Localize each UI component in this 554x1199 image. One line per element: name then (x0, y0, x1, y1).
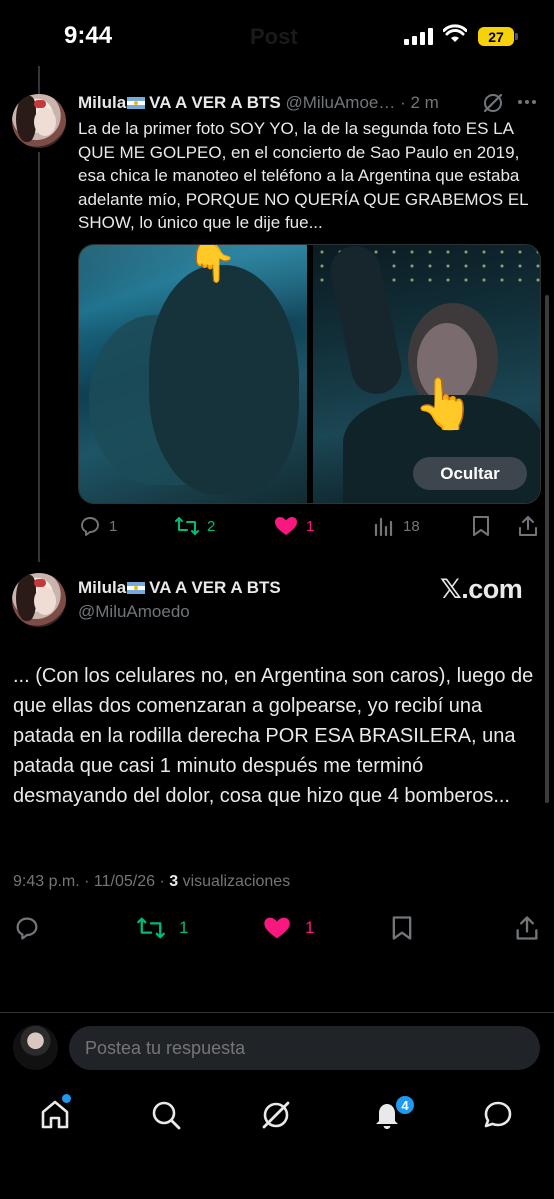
post-author[interactable]: Milula VA A VER A BTS (78, 578, 281, 598)
home-icon (41, 1100, 69, 1129)
repost-button[interactable]: 1 (136, 914, 188, 942)
reply-button[interactable]: 1 (78, 514, 117, 538)
pointing-hand-emoji: 👆 (413, 376, 476, 432)
display-name-suffix: VA A VER A BTS (149, 93, 281, 112)
bookmark-button[interactable] (470, 514, 492, 538)
thread-line (38, 152, 40, 562)
views-chart-icon (374, 517, 393, 537)
x-com-logo: 𝕏.com (440, 574, 523, 604)
nav-grok[interactable] (259, 1098, 293, 1137)
repost-icon (175, 517, 199, 535)
post-author[interactable]: Milula VA A VER A BTS @MiluAmoe… · 2 m (78, 93, 439, 113)
like-count: 1 (306, 517, 315, 535)
search-icon (152, 1101, 181, 1130)
display-name: Milula (78, 93, 127, 112)
like-button[interactable]: 1 (273, 514, 314, 538)
share-icon (516, 916, 538, 940)
share-button[interactable] (513, 914, 541, 942)
grok-icon[interactable] (482, 92, 504, 114)
photo-1[interactable]: 👆 (79, 245, 307, 503)
views-button[interactable]: 18 (372, 514, 420, 538)
argentina-flag-icon (127, 97, 146, 109)
repost-icon (137, 917, 165, 939)
share-icon (519, 516, 537, 536)
repost-count: 2 (207, 517, 216, 535)
like-button[interactable]: 1 (262, 914, 314, 942)
wifi-icon (443, 24, 467, 42)
reply-icon (81, 517, 99, 536)
post-text: La de la primer foto SOY YO, la de la se… (78, 119, 529, 232)
bottom-navigation (0, 1090, 554, 1142)
handle[interactable]: @MiluAmoedo (78, 602, 190, 622)
avatar[interactable] (12, 573, 66, 627)
nav-search[interactable] (149, 1098, 183, 1137)
battery-icon: 27 (478, 27, 518, 46)
grok-icon (262, 1101, 290, 1129)
argentina-flag-icon (127, 582, 146, 594)
post-timestamp[interactable]: 9:43 p.m. · 11/05/26 · (13, 873, 169, 890)
post-text: ... (Con los celulares no, en Argentina … (13, 665, 534, 807)
scrollbar[interactable] (545, 295, 549, 803)
display-name-suffix: VA A VER A BTS (149, 578, 281, 597)
hide-media-button[interactable]: Ocultar (413, 457, 527, 490)
post-metadata: 9:43 p.m. · 11/05/26 · 3 visualizaciones (13, 873, 290, 891)
bookmark-button[interactable] (389, 914, 415, 942)
post-actions: 1 2 1 18 (78, 514, 541, 540)
handle: @MiluAmoe… (285, 93, 396, 112)
home-notification-dot (62, 1094, 71, 1103)
repost-count: 1 (179, 918, 189, 937)
bookmark-icon (473, 516, 489, 536)
pointing-hand-emoji: 👆 (187, 245, 237, 283)
views-label: visualizaciones (178, 873, 291, 890)
user-avatar[interactable] (13, 1025, 58, 1070)
reply-count: 1 (109, 517, 118, 535)
post-time: · 2 m (400, 93, 439, 112)
bookmark-icon (392, 916, 412, 940)
cellular-signal-icon (404, 27, 433, 45)
divider (0, 1012, 554, 1013)
share-button[interactable] (516, 514, 540, 538)
nav-home[interactable] (38, 1098, 72, 1137)
notifications-badge: 4 (394, 1094, 416, 1116)
post-actions: 1 1 (0, 914, 554, 944)
header-title: Post (250, 24, 298, 49)
heart-icon (275, 517, 297, 535)
heart-icon (264, 917, 290, 939)
views-count: 3 (169, 873, 179, 890)
more-options-icon[interactable] (518, 100, 536, 104)
reply-button[interactable] (13, 914, 41, 942)
messages-icon (484, 1101, 512, 1128)
status-bar: 9:44 Post 27 (0, 0, 554, 72)
like-count: 1 (305, 918, 315, 937)
avatar[interactable] (12, 94, 66, 148)
reply-input[interactable] (69, 1026, 540, 1070)
display-name: Milula (78, 578, 127, 597)
clock: 9:44 (64, 22, 113, 49)
reply-icon (16, 917, 38, 940)
nav-messages[interactable] (481, 1098, 515, 1137)
repost-button[interactable]: 2 (174, 514, 215, 538)
thread-line-top (38, 66, 40, 94)
views-count: 18 (403, 517, 420, 535)
